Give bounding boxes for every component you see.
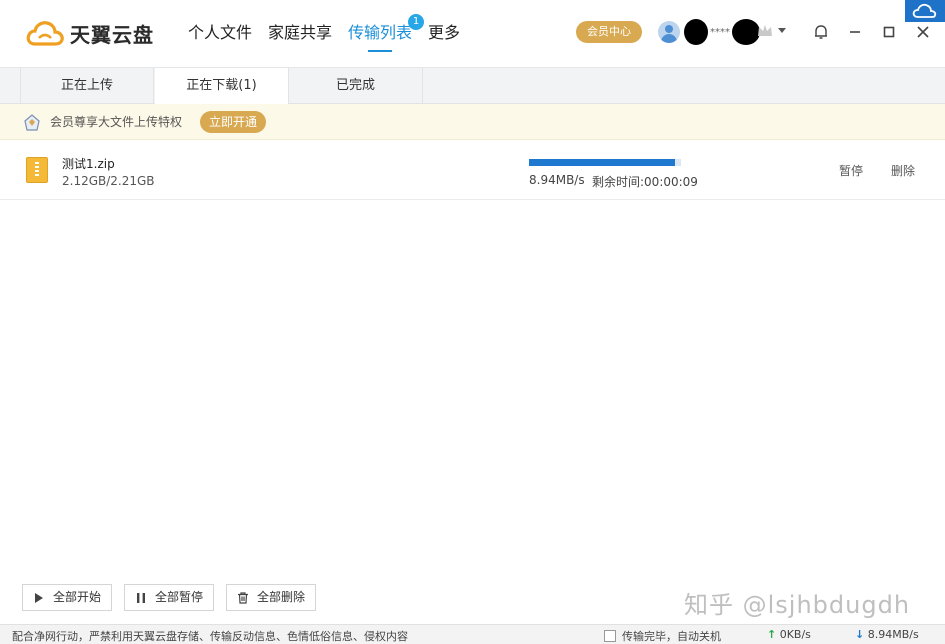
vip-diamond-icon: [24, 114, 40, 131]
download-speed-value: 8.94MB/s: [867, 628, 919, 641]
transfer-count-badge: 1: [408, 14, 425, 30]
nav-more[interactable]: 更多: [428, 0, 460, 68]
download-speed-total: ↓ 8.94MB/s: [855, 628, 919, 641]
user-name-masked: ****: [710, 26, 730, 38]
watermark: 知乎 @lsjhbdugdh: [684, 591, 911, 619]
download-speed: 8.94MB/s: [529, 173, 585, 187]
promo-text: 会员尊享大文件上传特权: [50, 115, 183, 129]
pause-all-button[interactable]: 全部暂停: [124, 584, 214, 611]
download-progress-fill: [529, 159, 675, 166]
nav-family-share-label: 家庭共享: [268, 23, 333, 42]
nav-transfer-list-label: 传输列表: [348, 23, 413, 42]
remaining-time: 剩余时间:00:00:09: [592, 175, 698, 189]
nav-family-share[interactable]: 家庭共享: [268, 0, 332, 68]
upload-speed: ↑ 0KB/s: [767, 628, 811, 641]
minimize-icon[interactable]: [843, 20, 867, 44]
delete-all-button[interactable]: 全部删除: [226, 584, 316, 611]
user-avatar[interactable]: [658, 21, 680, 43]
start-all-label: 全部开始: [53, 590, 102, 604]
tab-completed[interactable]: 已完成: [289, 68, 423, 104]
play-icon: [35, 593, 43, 603]
policy-notice: 配合净网行动，严禁利用天翼云盘存储、传输反动信息、色情低俗信息、侵权内容: [12, 630, 408, 643]
close-icon[interactable]: [911, 20, 935, 44]
arrow-up-icon: ↑: [767, 628, 777, 641]
transfer-tabs: 正在上传 正在下载(1) 已完成: [0, 68, 945, 105]
pause-icon: [137, 593, 145, 603]
download-progress-bar: [529, 159, 681, 166]
maximize-icon[interactable]: [877, 20, 901, 44]
zip-file-icon: [26, 157, 48, 183]
upload-speed-value: 0KB/s: [779, 628, 811, 641]
user-name[interactable]: ****: [684, 17, 760, 47]
crown-icon: [758, 25, 772, 36]
cloud-sync-icon[interactable]: [905, 0, 945, 22]
nav-personal-files[interactable]: 个人文件: [188, 0, 252, 68]
delete-all-label: 全部删除: [257, 590, 306, 604]
tab-uploading[interactable]: 正在上传: [20, 68, 154, 104]
app-logo: 天翼云盘: [26, 18, 154, 48]
title-bar: 天翼云盘 个人文件 家庭共享 传输列表 1 更多 会员中心 ****: [0, 0, 945, 68]
auto-shutdown-label: 传输完毕，自动关机: [622, 630, 721, 643]
nav-transfer-list[interactable]: 传输列表 1: [348, 0, 425, 68]
redaction-mark: [684, 19, 708, 45]
delete-button[interactable]: 删除: [891, 162, 915, 179]
tab-downloading[interactable]: 正在下载(1): [155, 68, 289, 105]
redaction-mark: [732, 19, 760, 45]
user-menu-chevron-down-icon[interactable]: [778, 28, 786, 33]
start-all-button[interactable]: 全部开始: [22, 584, 112, 611]
cloud-logo-icon: [26, 21, 64, 46]
nav-personal-files-label: 个人文件: [188, 23, 253, 42]
status-bar: 配合净网行动，严禁利用天翼云盘存储、传输反动信息、色情低俗信息、侵权内容 传输完…: [0, 624, 945, 644]
arrow-down-icon: ↓: [855, 628, 865, 641]
auto-shutdown-option[interactable]: 传输完毕，自动关机: [604, 628, 721, 644]
trash-icon: [238, 592, 248, 604]
auto-shutdown-checkbox[interactable]: [604, 630, 616, 642]
vip-center-button[interactable]: 会员中心: [576, 21, 642, 43]
pause-all-label: 全部暂停: [155, 590, 204, 604]
vip-promo-banner: 会员尊享大文件上传特权 立即开通: [0, 104, 945, 140]
download-row[interactable]: 测试1.zip 2.12GB/2.21GB 8.94MB/s 剩余时间:00:0…: [0, 140, 945, 200]
file-name: 测试1.zip: [62, 157, 115, 171]
file-size-progress: 2.12GB/2.21GB: [62, 174, 155, 188]
notification-bell-icon[interactable]: [809, 20, 833, 44]
activate-now-button[interactable]: 立即开通: [200, 111, 266, 133]
pause-button[interactable]: 暂停: [839, 162, 863, 179]
main-nav: 个人文件 家庭共享 传输列表 1 更多: [188, 0, 476, 68]
nav-more-label: 更多: [428, 23, 461, 42]
app-logo-text: 天翼云盘: [70, 22, 154, 47]
